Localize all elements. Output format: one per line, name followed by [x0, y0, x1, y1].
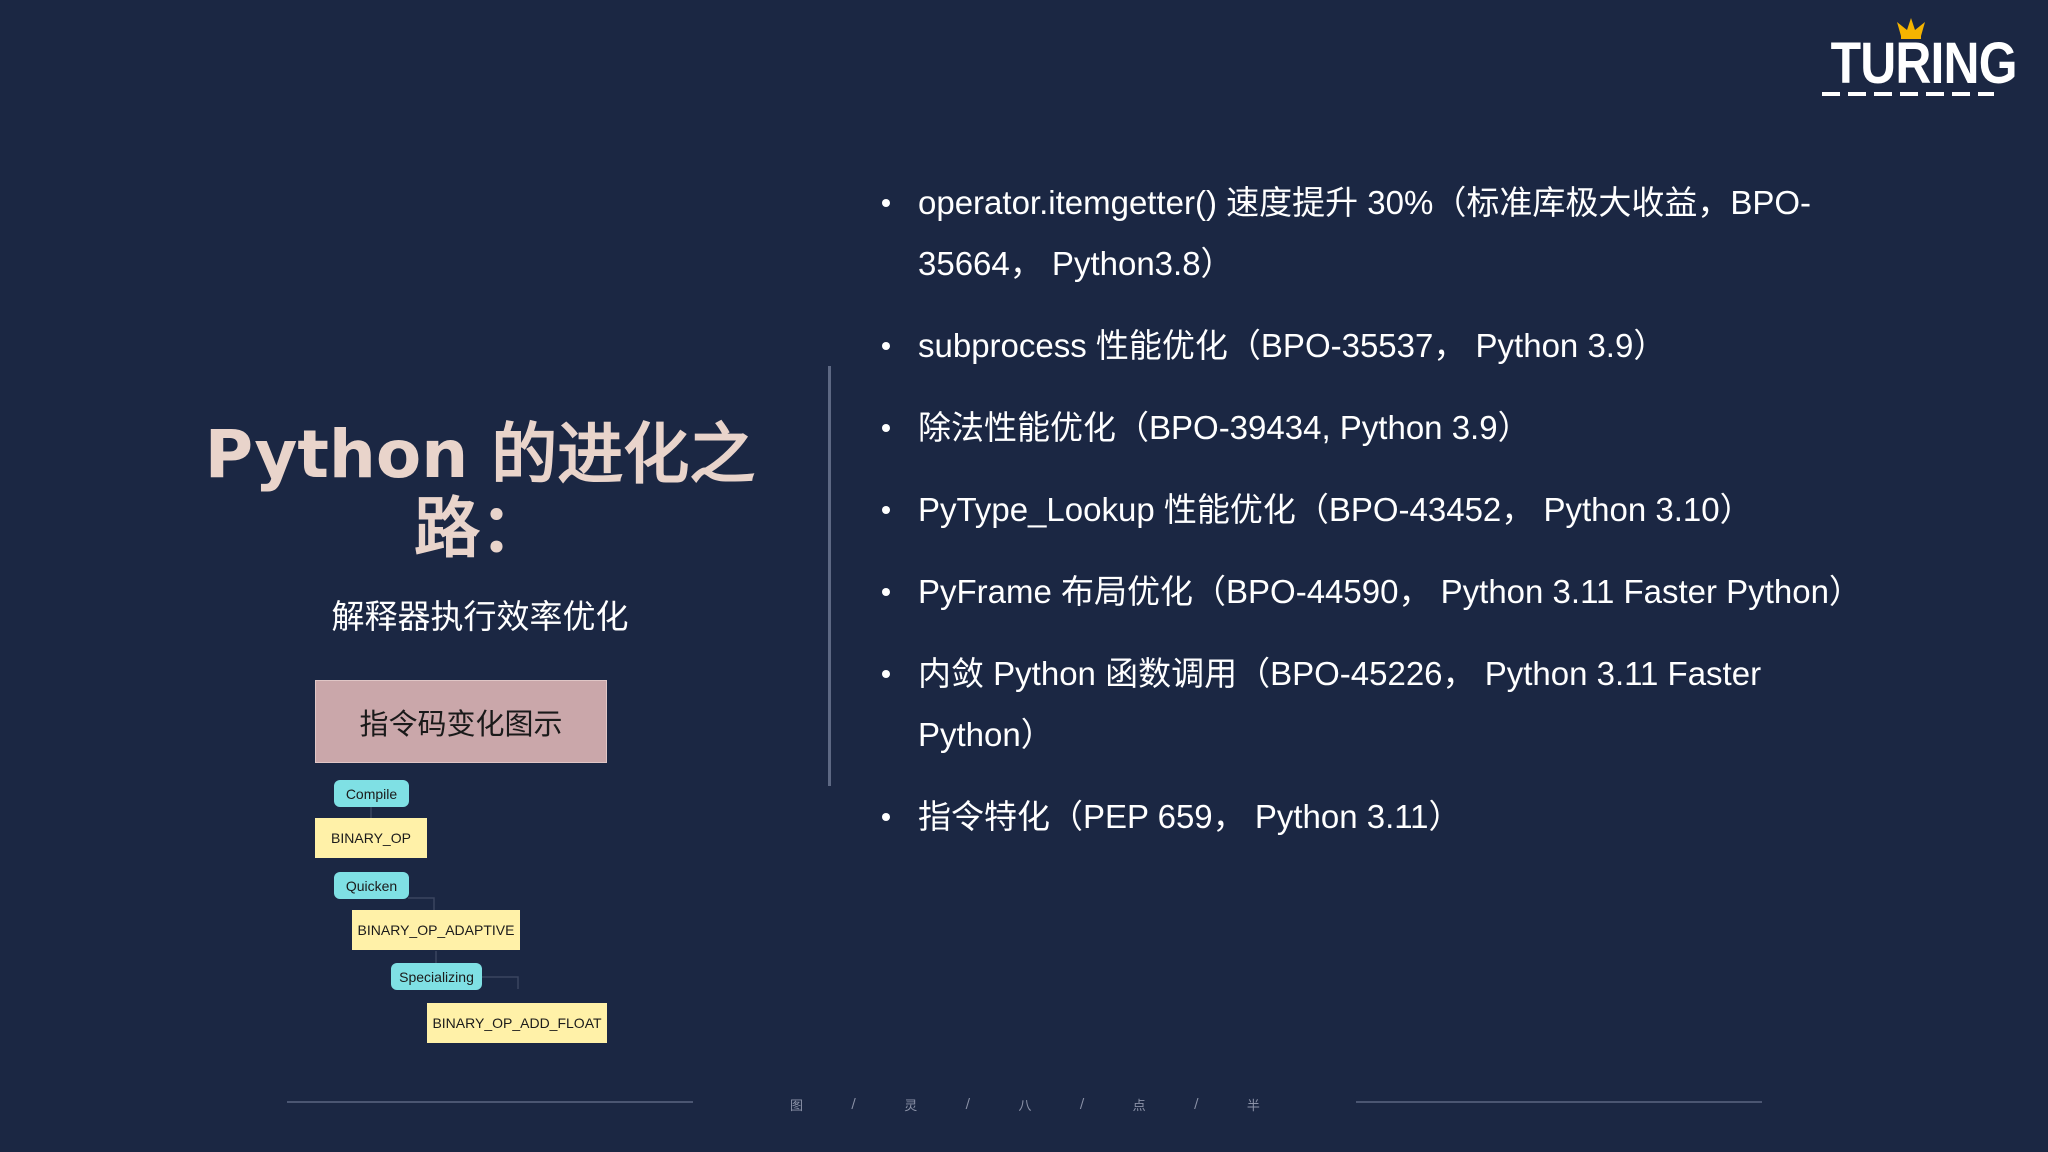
quicken-label: Quicken	[345, 877, 398, 894]
footer-separator: /	[1079, 1096, 1085, 1112]
specializing-node: Specializing	[391, 963, 482, 990]
footer-nav: 图 / 灵 / 八 / 点 / 半	[790, 1094, 1260, 1114]
bullet-item: 除法性能优化（BPO-39434, Python 3.9）	[880, 397, 1880, 458]
logo-underline	[1822, 92, 1994, 96]
footer-line-left	[287, 1101, 693, 1103]
diagram-heading-box: 指令码变化图示	[315, 680, 607, 763]
bullet-list: operator.itemgetter() 速度提升 30%（标准库极大收益，B…	[880, 172, 1880, 868]
logo-text: TURING	[1830, 31, 2018, 96]
footer-char: 点	[1132, 1098, 1146, 1114]
footer-separator: /	[965, 1096, 971, 1112]
compile-node: Compile	[334, 780, 409, 807]
footer-char: 半	[1246, 1098, 1260, 1114]
footer-char: 图	[790, 1098, 804, 1114]
binary-op-node: BINARY_OP	[315, 818, 427, 858]
diagram-heading: 指令码变化图示	[359, 706, 563, 741]
bullet-item: operator.itemgetter() 速度提升 30%（标准库极大收益，B…	[880, 172, 1880, 294]
footer-separator: /	[851, 1096, 856, 1112]
turing-logo: TURING	[1818, 18, 2018, 98]
bullet-item: 指令特化（PEP 659， Python 3.11）	[880, 786, 1880, 847]
bullet-item: PyType_Lookup 性能优化（BPO-43452， Python 3.1…	[880, 479, 1880, 540]
slide-title: Python 的进化之路：	[204, 416, 756, 567]
binary-op-add-float-label: BINARY_OP_ADD_FLOAT	[432, 1015, 602, 1031]
footer-char: 八	[1018, 1098, 1032, 1114]
specializing-label: Specializing	[399, 968, 474, 985]
connector-specializing	[482, 976, 519, 989]
quicken-node: Quicken	[334, 872, 409, 899]
compile-label: Compile	[345, 785, 398, 802]
binary-op-adaptive-label: BINARY_OP_ADAPTIVE	[357, 922, 515, 938]
footer-char: 灵	[904, 1098, 918, 1114]
binary-op-adaptive-node: BINARY_OP_ADAPTIVE	[352, 910, 520, 950]
binary-op-label: BINARY_OP	[331, 830, 411, 846]
footer-separator: /	[1194, 1096, 1199, 1112]
bullet-item: 内敛 Python 函数调用（BPO-45226， Python 3.11 Fa…	[880, 643, 1880, 765]
footer-line-right	[1356, 1101, 1762, 1103]
binary-op-add-float-node: BINARY_OP_ADD_FLOAT	[427, 1003, 607, 1043]
bullet-item: subprocess 性能优化（BPO-35537， Python 3.9）	[880, 315, 1880, 376]
vertical-divider	[828, 366, 831, 786]
slide-subtitle: 解释器执行效率优化	[331, 597, 629, 636]
bullet-item: PyFrame 布局优化（BPO-44590， Python 3.11 Fast…	[880, 561, 1880, 622]
